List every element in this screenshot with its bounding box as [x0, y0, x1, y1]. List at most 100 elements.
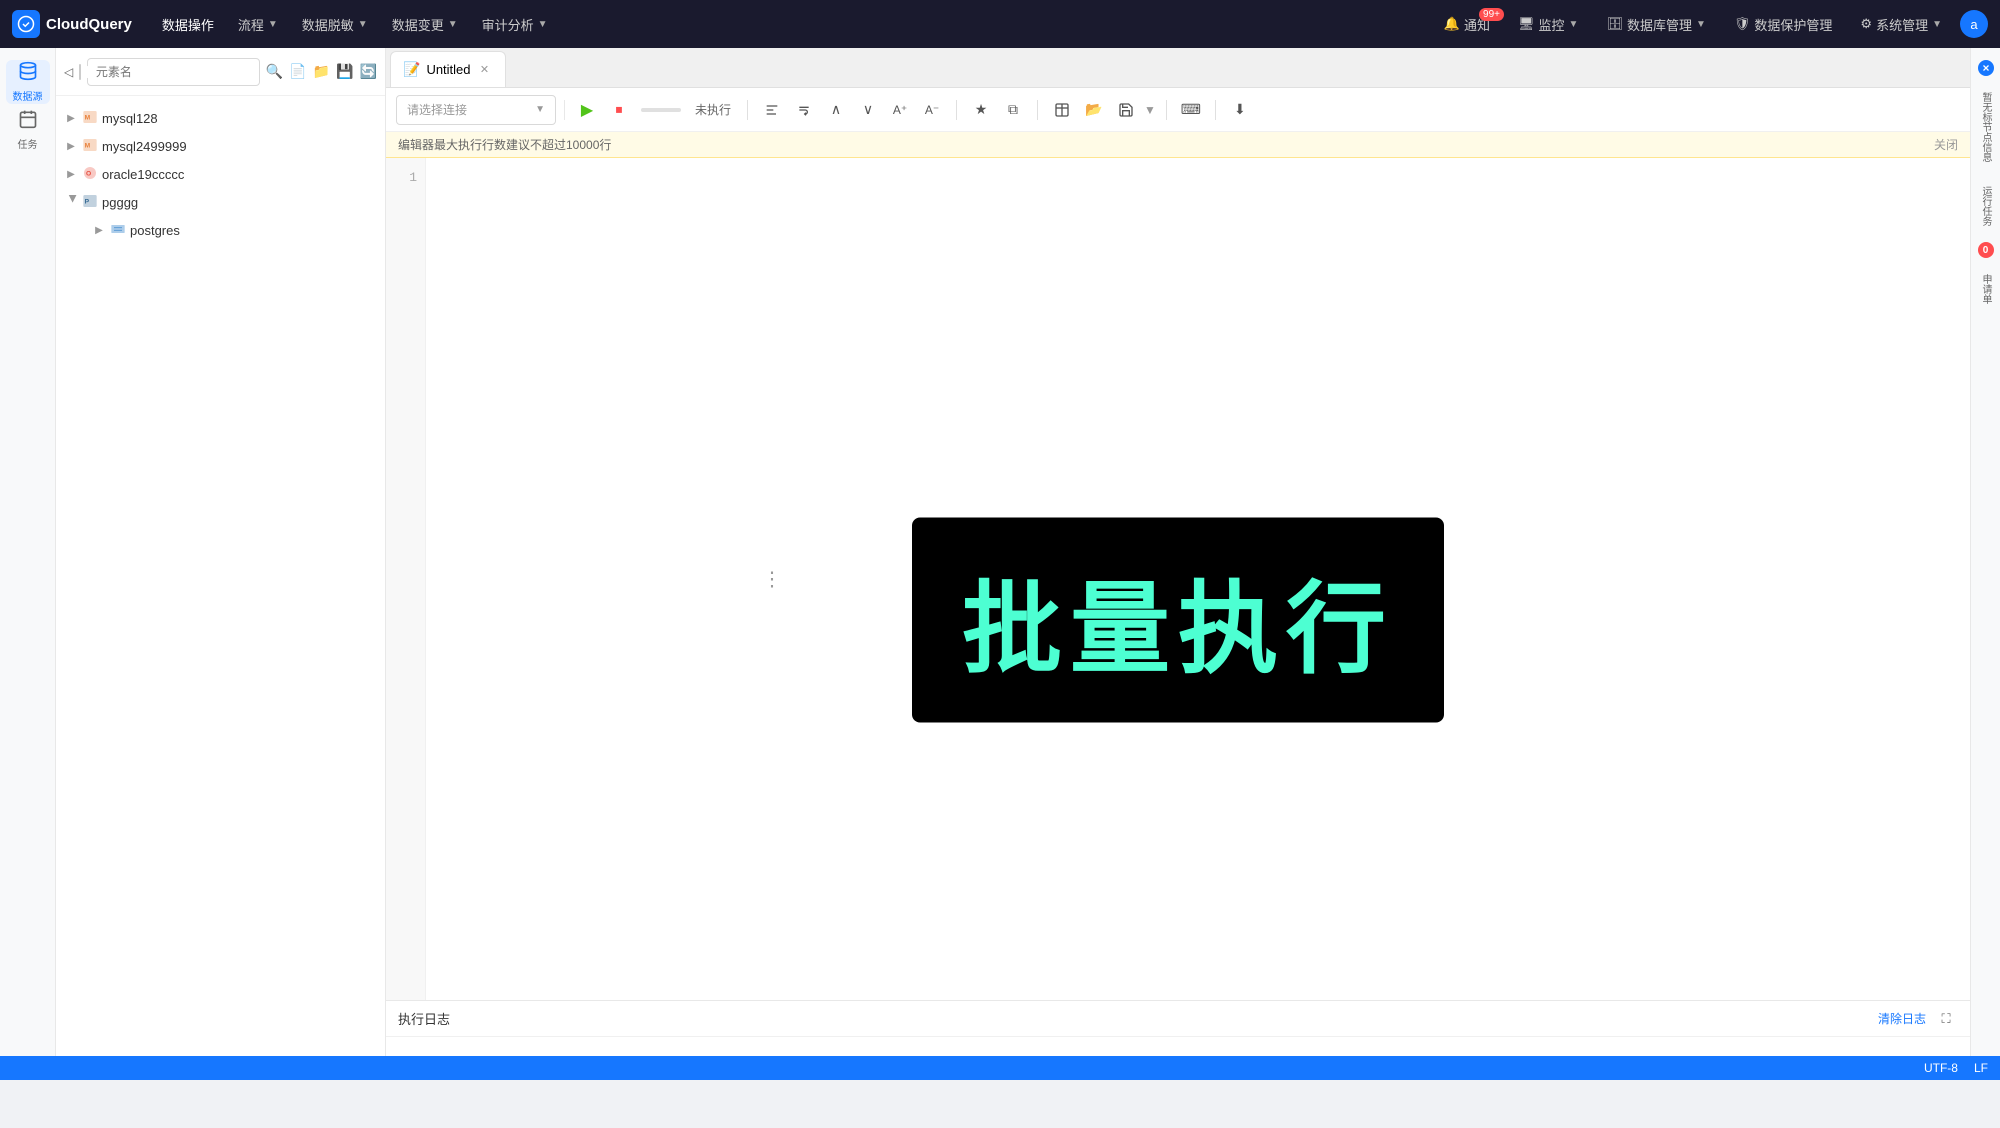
info-message: 编辑器最大执行行数建议不超过10000行 — [398, 136, 611, 153]
tree-toolbar: ◁ 🔍 📄 📁 💾 🔄 — [56, 48, 385, 96]
tree-node-oracle[interactable]: ▶ O oracle19ccccc — [56, 160, 385, 188]
tree-node-label: mysql128 — [102, 111, 158, 126]
tree-node-pgggg[interactable]: ▶ P pgggg — [56, 188, 385, 216]
nav-item-audit[interactable]: 审计分析 ▼ — [472, 9, 558, 40]
mysql-icon: M — [82, 137, 98, 156]
line-numbers: 1 — [386, 158, 426, 1000]
right-panel-node-info[interactable]: 暂无标节点信息 — [1974, 84, 1997, 170]
bell-icon: 🔔 — [1444, 16, 1460, 32]
tree-content: ▶ M mysql128 ▶ M mysql2499999 ▶ O — [56, 96, 385, 1080]
icon-sidebar: 数据源 任务 — [0, 48, 56, 1080]
bookmark-button[interactable]: ★ — [967, 96, 995, 124]
sidebar-label-task: 任务 — [18, 136, 38, 151]
notification-badge: 99+ — [1479, 8, 1504, 21]
svg-text:P: P — [85, 198, 90, 205]
chevron-down-icon: ▼ — [268, 19, 278, 30]
chevron-down-icon: ▼ — [538, 19, 548, 30]
logo-text: CloudQuery — [46, 16, 132, 33]
data-protection-button[interactable]: 🛡 数据保护管理 — [1724, 10, 1843, 39]
run-button[interactable]: ▶ — [573, 96, 601, 124]
refresh-icon[interactable]: 🔄 — [360, 60, 377, 84]
task-nav-icon — [18, 109, 38, 134]
logo-area[interactable]: CloudQuery — [12, 10, 132, 38]
sidebar-item-task[interactable]: 任务 — [6, 108, 50, 152]
editor-toolbar: 请选择连接 ▼ ▶ ⏹ 未执行 — [386, 88, 1970, 132]
collapse-sidebar-button[interactable]: ◁ — [64, 60, 73, 84]
save-dropdown-arrow[interactable]: ▼ — [1144, 103, 1156, 117]
save-icon[interactable]: 💾 — [336, 60, 353, 84]
search-icon[interactable]: 🔍 — [266, 60, 283, 84]
encoding-label: UTF-8 — [1924, 1061, 1958, 1075]
expand-arrow-icon: ▶ — [64, 139, 78, 153]
tree-node-postgres[interactable]: ▶ postgres — [56, 216, 385, 244]
nav-right-area: 🔔 99+ 通知 🖥 监控 ▼ 🗄 数据库管理 ▼ 🛡 数据保护管理 ⚙ 系统管… — [1434, 10, 1988, 39]
nav-item-desensitize[interactable]: 数据脱敏 ▼ — [292, 9, 378, 40]
mysql-icon: M — [82, 109, 98, 128]
tree-node-label: mysql2499999 — [102, 139, 187, 154]
download-button[interactable]: ⬇ — [1226, 96, 1254, 124]
right-panel-badge-count: 0 — [1983, 245, 1989, 256]
stop-button[interactable]: ⏹ — [605, 96, 633, 124]
tab-close-button[interactable]: ✕ — [477, 62, 493, 78]
execution-status: 未执行 — [689, 101, 737, 118]
connection-selector[interactable]: 请选择连接 ▼ — [396, 95, 556, 125]
svg-text:M: M — [85, 142, 91, 149]
expand-log-button[interactable]: ⛶ — [1934, 1007, 1958, 1031]
new-file-icon[interactable]: 📄 — [289, 60, 306, 84]
copy-button[interactable]: ⧉ — [999, 96, 1027, 124]
tab-untitled[interactable]: 📝 Untitled ✕ — [390, 51, 506, 87]
move-up-button[interactable]: ∧ — [822, 96, 850, 124]
tab-file-icon: 📝 — [403, 61, 420, 78]
schema-icon — [110, 221, 126, 240]
tree-node-mysql128[interactable]: ▶ M mysql128 — [56, 104, 385, 132]
editor-info-bar: 编辑器最大执行行数建议不超过10000行 关闭 — [386, 132, 1970, 158]
expand-arrow-icon: ▶ — [64, 195, 78, 209]
monitor-button[interactable]: 🖥 监控 ▼ — [1508, 10, 1588, 39]
decrease-font-button[interactable]: A⁻ — [918, 96, 946, 124]
sidebar-label-datasource: 数据源 — [13, 88, 43, 103]
open-folder-button[interactable]: 📂 — [1080, 96, 1108, 124]
table-view-button[interactable] — [1048, 96, 1076, 124]
notification-button[interactable]: 🔔 99+ 通知 — [1434, 10, 1500, 39]
chevron-down-icon: ▼ — [1932, 19, 1942, 30]
right-panel: 暂无标节点信息 运行任务 0 申请单 — [1970, 48, 2000, 1080]
clear-log-button[interactable]: 清除日志 — [1878, 1010, 1926, 1027]
monitor-icon: 🖥 — [1518, 16, 1535, 32]
tree-node-mysql2499999[interactable]: ▶ M mysql2499999 — [56, 132, 385, 160]
resize-handle[interactable]: ⋮ — [762, 567, 782, 592]
wrap-text-button[interactable] — [790, 96, 818, 124]
system-management-button[interactable]: ⚙ 系统管理 ▼ — [1850, 10, 1952, 39]
toolbar-divider — [564, 100, 565, 120]
folder-icon[interactable]: 📁 — [313, 60, 330, 84]
tree-search-input[interactable] — [87, 58, 260, 86]
postgres-icon: P — [82, 193, 98, 212]
log-label: 执行日志 — [398, 1009, 450, 1028]
increase-font-button[interactable]: A⁺ — [886, 96, 914, 124]
toolbar-separator — [1215, 100, 1216, 120]
keyboard-shortcut-button[interactable]: ⌨ — [1177, 96, 1205, 124]
toolbar-separator — [956, 100, 957, 120]
move-down-button[interactable]: ∨ — [854, 96, 882, 124]
user-avatar[interactable]: a — [1960, 10, 1988, 38]
settings-icon: ⚙ — [1860, 16, 1872, 32]
right-panel-applications[interactable]: 申请单 — [1974, 266, 1997, 312]
right-panel-running-tasks[interactable]: 运行任务 — [1974, 178, 1997, 234]
log-header-left: 执行日志 — [398, 1009, 450, 1028]
format-text-button[interactable] — [758, 96, 786, 124]
main-content: 📝 Untitled ✕ 请选择连接 ▼ ▶ ⏹ — [386, 48, 1970, 1080]
toolbar-separator — [1037, 100, 1038, 120]
tab-bar: 📝 Untitled ✕ — [386, 48, 1970, 88]
toggle-switch[interactable] — [79, 64, 81, 80]
nav-item-data-ops[interactable]: 数据操作 — [152, 9, 224, 40]
sidebar-item-datasource[interactable]: 数据源 — [6, 60, 50, 104]
save-button[interactable] — [1112, 96, 1140, 124]
chevron-down-icon: ▼ — [535, 104, 545, 115]
right-panel-indicator[interactable] — [1978, 60, 1994, 76]
info-close-button[interactable]: 关闭 — [1934, 136, 1958, 153]
database-nav-icon — [18, 61, 38, 86]
db-management-button[interactable]: 🗄 数据库管理 ▼ — [1596, 10, 1715, 39]
log-header: 执行日志 清除日志 ⛶ — [386, 1001, 1970, 1037]
progress-bar — [641, 108, 681, 112]
nav-item-workflow[interactable]: 流程 ▼ — [228, 9, 288, 40]
nav-item-data-change[interactable]: 数据变更 ▼ — [382, 9, 468, 40]
